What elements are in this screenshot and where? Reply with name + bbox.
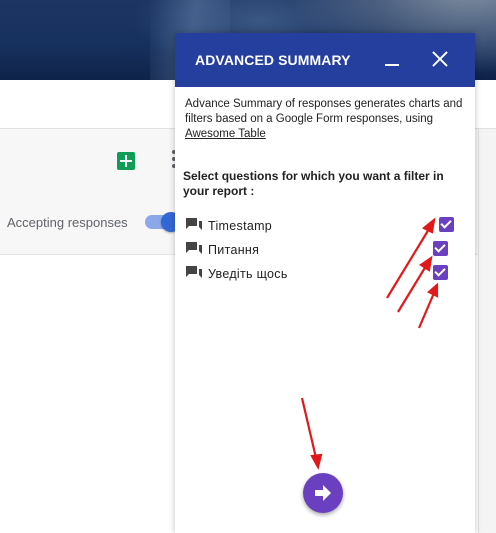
question-label: Timestamp: [208, 219, 273, 233]
awesome-table-link[interactable]: Awesome Table: [185, 128, 266, 140]
question-list-icon: [186, 242, 202, 254]
question-item-timestamp: Timestamp: [185, 217, 385, 235]
arrow-right-icon: [315, 485, 331, 501]
sidebar-title: ADVANCED SUMMARY: [195, 52, 351, 68]
minimize-icon[interactable]: [385, 64, 399, 66]
sidebar-description: Advance Summary of responses generates c…: [185, 97, 470, 142]
next-button[interactable]: [303, 473, 343, 513]
accepting-responses-label: Accepting responses: [7, 215, 128, 230]
question-list-icon: [186, 218, 202, 230]
question-item-uvedit-shchos: Уведіть щось: [185, 265, 385, 283]
sidebar-header: ADVANCED SUMMARY: [175, 33, 475, 87]
description-text: Advance Summary of responses generates c…: [185, 98, 463, 125]
question-item-pytannia: Питання: [185, 241, 385, 259]
question-checkbox-timestamp[interactable]: [439, 217, 454, 232]
sheets-icon[interactable]: [117, 152, 135, 170]
close-icon[interactable]: [431, 50, 449, 68]
question-list-icon: [186, 266, 202, 278]
question-label: Питання: [208, 243, 260, 257]
question-label: Уведіть щось: [208, 267, 288, 281]
page-scrollbar[interactable]: [478, 129, 496, 533]
question-checkbox-uvedit-shchos[interactable]: [433, 265, 448, 280]
advanced-summary-sidebar: ADVANCED SUMMARY Advance Summary of resp…: [175, 33, 475, 533]
filter-question-heading: Select questions for which you want a fi…: [183, 169, 444, 198]
question-checkbox-pytannia[interactable]: [433, 241, 448, 256]
